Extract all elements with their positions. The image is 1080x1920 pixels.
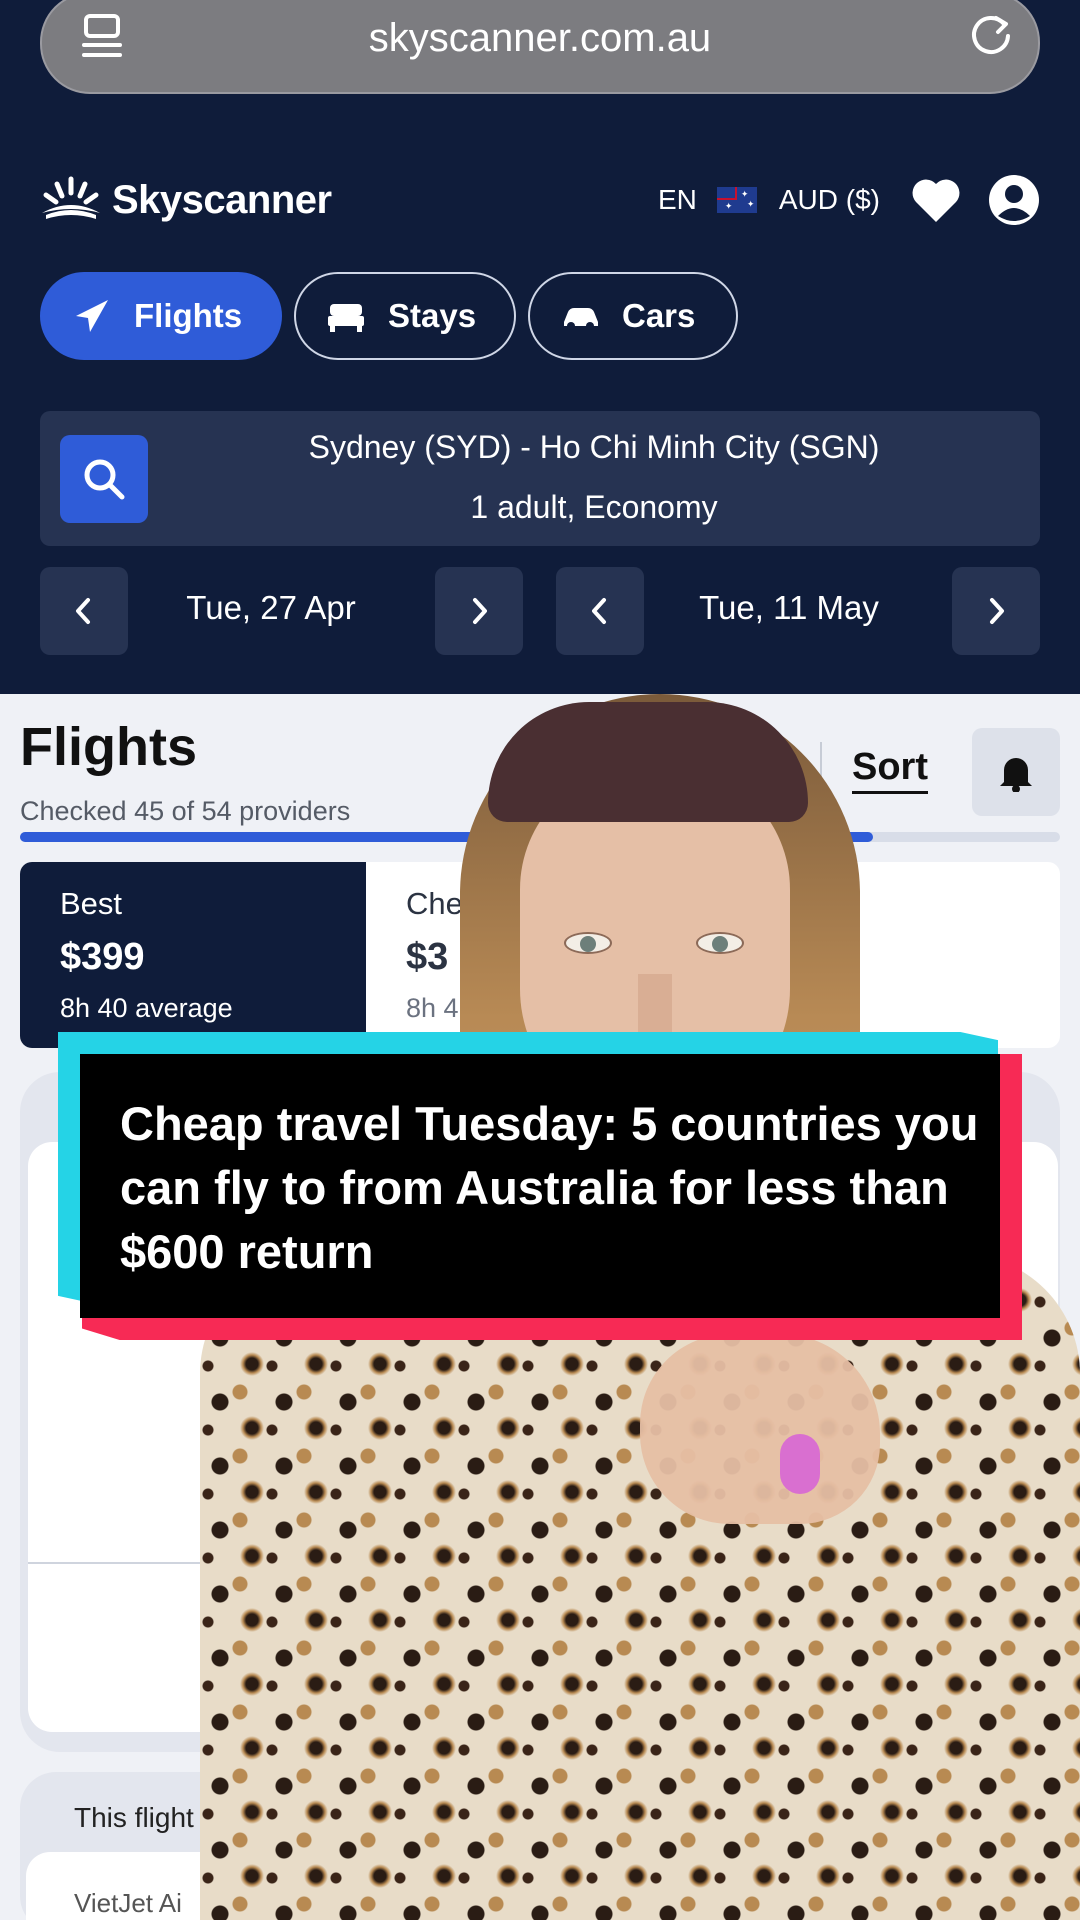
search-button[interactable] xyxy=(60,435,148,523)
header-tools: EN ✦ ✦ ✦ AUD ($) xyxy=(658,170,1040,230)
flight-info-text: This flight xyxy=(74,1802,194,1833)
video-caption: Cheap travel Tuesday: 5 countries you ca… xyxy=(80,1054,1000,1318)
results-title: Flights xyxy=(20,717,197,777)
sunrise-logo-icon xyxy=(42,176,100,219)
tab-cars-label: Cars xyxy=(622,297,696,334)
vertical-tabs: Flights Stays Cars xyxy=(40,272,738,360)
heart-icon[interactable] xyxy=(910,176,962,224)
currency-selector[interactable]: AUD ($) xyxy=(779,184,880,216)
chevron-right-icon xyxy=(990,598,1004,624)
account-icon[interactable] xyxy=(988,174,1040,226)
browser-url-bar[interactable]: skyscanner.com.au xyxy=(40,0,1040,94)
presenter-hand xyxy=(640,1334,880,1524)
return-prev-button[interactable] xyxy=(556,567,644,655)
language-selector[interactable]: EN xyxy=(658,184,697,216)
return-date[interactable]: Tue, 11 May xyxy=(654,589,924,627)
tab-flights-label: Flights xyxy=(134,297,243,334)
search-route[interactable]: Sydney (SYD) - Ho Chi Minh City (SGN) xyxy=(148,429,1040,466)
depart-prev-button[interactable] xyxy=(40,567,128,655)
caption-text: Cheap travel Tuesday: 5 countries you ca… xyxy=(120,1097,979,1278)
australia-flag-icon[interactable]: ✦ ✦ ✦ xyxy=(716,187,757,213)
search-passengers[interactable]: 1 adult, Economy xyxy=(148,489,1040,526)
return-next-button[interactable] xyxy=(952,567,1040,655)
tab-stays-label: Stays xyxy=(388,297,477,334)
depart-date[interactable]: Tue, 27 Apr xyxy=(136,589,406,627)
date-navigator: Tue, 27 Apr Tue, 11 May xyxy=(40,567,1040,655)
airline-name: VietJet Ai xyxy=(74,1888,182,1918)
chevron-left-icon xyxy=(76,598,90,624)
search-icon xyxy=(84,459,125,500)
presenter-eye xyxy=(564,932,612,954)
brand-name: Skyscanner xyxy=(112,177,332,222)
skyscanner-logo[interactable]: Skyscanner xyxy=(40,170,332,230)
presenter-leopard-robe xyxy=(200,1254,1080,1920)
depart-next-button[interactable] xyxy=(435,567,523,655)
header-region: skyscanner.com.au Skyscanner EN ✦ ✦ ✦ AU… xyxy=(0,0,1080,694)
plane-icon xyxy=(76,300,108,332)
car-icon xyxy=(564,308,598,330)
url-text[interactable]: skyscanner.com.au xyxy=(42,16,1038,61)
chevron-left-icon xyxy=(592,598,606,624)
bed-icon xyxy=(328,304,364,332)
presenter-eye xyxy=(696,932,744,954)
tab-stays[interactable]: Stays xyxy=(294,272,516,360)
tab-cars[interactable]: Cars xyxy=(528,272,738,360)
presenter-nails xyxy=(780,1434,820,1494)
chevron-right-icon xyxy=(473,598,487,624)
presenter-headband xyxy=(488,702,808,822)
search-summary[interactable]: Sydney (SYD) - Ho Chi Minh City (SGN) 1 … xyxy=(40,411,1040,546)
reload-icon[interactable] xyxy=(966,10,1016,60)
tab-flights[interactable]: Flights xyxy=(40,272,282,360)
